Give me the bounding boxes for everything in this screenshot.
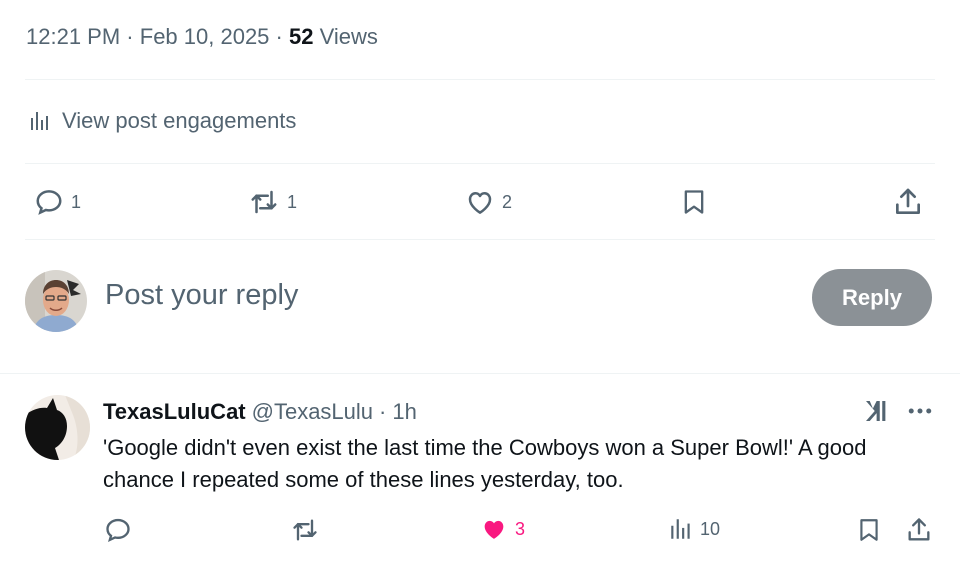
more-icon[interactable] [905,396,935,431]
bookmark-action[interactable] [680,186,708,218]
tweet-handle[interactable]: @TexasLulu [252,399,373,425]
tweet-text: 'Google didn't even exist the last time … [103,435,867,492]
divider [25,163,935,164]
reply-button[interactable]: Reply [812,269,932,326]
views-label: Views [319,24,378,49]
tweet-like-action[interactable]: 3 [479,515,525,543]
divider [0,373,960,374]
tweet-share-action[interactable] [905,515,933,545]
share-icon [896,188,920,214]
tweet-display-name[interactable]: TexasLuluCat [103,399,246,425]
tweet-views-count: 10 [700,518,721,539]
like-action[interactable]: 2 [464,187,512,217]
views-count: 52 [289,24,314,49]
tweet-repost-action[interactable] [290,516,320,544]
share-icon [908,518,930,541]
tweet-time[interactable]: 1h [392,399,416,425]
divider [25,79,935,80]
current-user-avatar[interactable] [25,270,87,332]
share-action[interactable] [892,186,924,218]
repost-icon [293,519,317,541]
tweet-bookmark-action[interactable] [856,515,882,545]
view-engagements-label: View post engagements [62,108,297,133]
reply-input[interactable]: Post your reply [105,279,298,312]
divider [25,239,935,240]
reply-icon [36,190,62,215]
tweet-views-action[interactable]: 10 [668,516,720,542]
analytics-icon [31,112,48,130]
tweet-reply-action[interactable] [104,516,132,544]
post-meta: 12:21 PM · Feb 10, 2025 · 52 Views [26,24,378,49]
tweet-header: TexasLuluCat @TexasLulu · 1h [103,399,417,425]
like-count: 2 [502,191,513,212]
reply-icon [106,518,130,543]
post-time[interactable]: 12:21 PM [26,24,120,49]
reply-count: 1 [71,191,82,212]
reply-action[interactable]: 1 [33,187,81,217]
tweet-author-avatar[interactable] [25,395,90,460]
repost-count: 1 [287,191,298,212]
bookmark-icon [860,519,878,541]
repost-icon [251,190,277,214]
post-date[interactable]: Feb 10, 2025 [140,24,270,49]
tweet-like-count: 3 [515,518,526,539]
repost-action[interactable]: 1 [247,187,297,217]
grok-icon[interactable] [861,396,891,431]
like-icon [484,520,504,539]
view-engagements-link[interactable]: View post engagements [28,108,296,134]
like-icon [468,192,492,214]
analytics-icon [671,519,690,539]
bookmark-icon [684,190,704,214]
